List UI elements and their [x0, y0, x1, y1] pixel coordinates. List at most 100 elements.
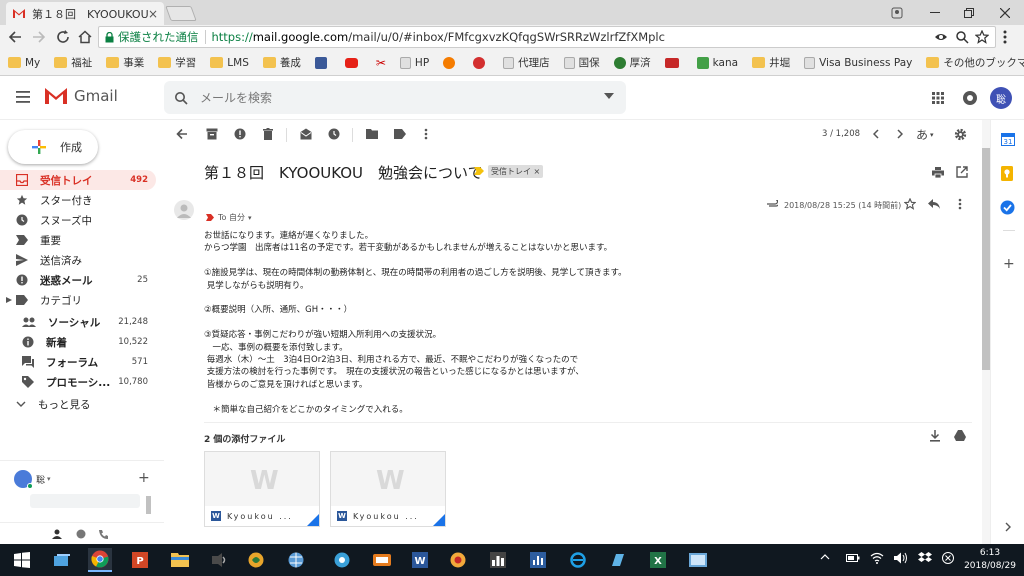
keep-icon[interactable] — [1001, 166, 1013, 181]
bookmark-gakushu[interactable]: 学習 — [158, 55, 196, 70]
battery-icon[interactable] — [846, 554, 860, 562]
app-icon[interactable] — [244, 548, 268, 572]
scrollbar-thumb[interactable] — [982, 148, 990, 370]
reply-icon[interactable] — [928, 199, 940, 209]
settings-gear-icon[interactable] — [952, 126, 968, 142]
mark-unread-icon[interactable] — [298, 126, 314, 142]
bookmark-fukushi[interactable]: 福祉 — [54, 55, 92, 70]
search-options-icon[interactable] — [604, 93, 614, 99]
archive-icon[interactable] — [204, 126, 220, 142]
bookmark-kosai[interactable]: 厚済 — [613, 55, 651, 70]
apps-grid-icon[interactable] — [932, 92, 944, 104]
newer-chevron-icon[interactable] — [868, 126, 884, 142]
nav-item-starred[interactable]: スター付き — [0, 190, 156, 210]
app-icon[interactable] — [284, 548, 308, 572]
main-menu-icon[interactable] — [16, 91, 30, 103]
app-icon[interactable] — [208, 548, 232, 572]
bookmark-scissors[interactable]: ✂ — [376, 56, 386, 70]
file-explorer-icon[interactable] — [168, 548, 192, 572]
save-to-drive-icon[interactable] — [954, 430, 966, 441]
collapse-panel-icon[interactable] — [1005, 522, 1011, 532]
nav-item-more[interactable]: もっと見る — [0, 394, 156, 414]
bookmark-other[interactable]: その他のブックマーク — [926, 55, 1024, 70]
recipient-line[interactable]: To 自分 ▾ — [206, 212, 251, 223]
label-as-icon[interactable] — [392, 126, 408, 142]
bookmark-red[interactable] — [473, 56, 489, 69]
back-arrow-icon[interactable] — [8, 30, 22, 44]
person-icon[interactable] — [52, 529, 62, 539]
main-scrollbar[interactable] — [982, 120, 990, 544]
bookmark-hp[interactable]: HP — [399, 56, 429, 69]
nav-item-social[interactable]: ソーシャル 21,248 — [0, 312, 156, 332]
bookmark-lms[interactable]: LMS — [210, 57, 249, 69]
nav-item-inbox[interactable]: 受信トレイ 492 — [0, 170, 156, 190]
app-icon[interactable] — [606, 548, 630, 572]
minimize-icon[interactable] — [916, 0, 954, 25]
browser-app-icon[interactable] — [330, 548, 354, 572]
bookmark-star-icon[interactable] — [975, 30, 989, 44]
zoom-icon[interactable] — [955, 30, 969, 44]
home-icon[interactable] — [78, 30, 92, 44]
bookmark-fox[interactable] — [443, 56, 459, 69]
print-icon[interactable] — [932, 167, 944, 178]
bookmark-logo[interactable] — [664, 57, 683, 68]
move-to-icon[interactable] — [364, 126, 380, 142]
profile-icon[interactable] — [878, 0, 916, 25]
message-more-icon[interactable] — [958, 198, 962, 210]
hangouts-user[interactable]: 聡 ▾ — [14, 470, 51, 489]
bookmark-ibori[interactable]: 井堀 — [752, 55, 790, 70]
wifi-icon[interactable] — [870, 552, 884, 564]
forward-arrow-icon[interactable] — [32, 30, 46, 44]
task-view-icon[interactable] — [50, 548, 74, 572]
bookmark-visa[interactable]: Visa Business Pay — [804, 56, 912, 69]
app-icon[interactable] — [370, 548, 394, 572]
tab-close-icon[interactable]: × — [148, 7, 158, 21]
bookmark-jigyo[interactable]: 事業 — [106, 55, 144, 70]
bookmark-youtube[interactable] — [344, 57, 362, 68]
delete-icon[interactable] — [260, 126, 276, 142]
snooze-icon[interactable] — [326, 126, 342, 142]
chart-app-icon[interactable] — [526, 548, 550, 572]
taskbar-clock[interactable]: 6:13 2018/08/29 — [960, 547, 1020, 573]
nav-item-promotions[interactable]: プロモーシ... 10,780 — [0, 372, 156, 392]
volume-icon[interactable] — [894, 552, 908, 564]
bookmark-kokuho[interactable]: 国保 — [563, 55, 600, 70]
bookmark-kana[interactable]: kana — [696, 56, 738, 69]
sender-avatar[interactable] — [174, 200, 194, 220]
app-icon[interactable] — [446, 548, 470, 572]
back-to-inbox-icon[interactable] — [174, 126, 190, 142]
star-icon[interactable] — [904, 198, 916, 210]
windows-start-icon[interactable] — [10, 548, 34, 572]
report-spam-icon[interactable] — [232, 126, 248, 142]
older-chevron-icon[interactable] — [892, 126, 908, 142]
notifications-icon[interactable] — [962, 90, 978, 106]
restore-icon[interactable] — [950, 0, 988, 25]
inbox-label-chip[interactable]: 受信トレイ × — [488, 165, 544, 178]
bookmark-facebook[interactable] — [314, 56, 331, 69]
add-addon-plus-icon[interactable]: + — [1003, 256, 1015, 272]
compose-button[interactable]: 作成 — [8, 130, 98, 164]
visibility-icon[interactable] — [934, 30, 948, 44]
gmail-logo[interactable]: Gmail — [44, 87, 118, 105]
internet-explorer-icon[interactable] — [566, 548, 590, 572]
tray-expand-icon[interactable] — [820, 554, 830, 560]
download-all-icon[interactable] — [930, 430, 940, 442]
attachment-card[interactable]: W W Kyoukou ... — [330, 451, 446, 527]
window-close-icon[interactable] — [986, 0, 1024, 25]
calendar-icon[interactable]: 31 — [1001, 132, 1015, 146]
chat-bubble-icon[interactable] — [76, 529, 86, 539]
app-icon[interactable] — [686, 548, 710, 572]
attachment-card[interactable]: W W Kyoukou ... — [204, 451, 320, 527]
nav-item-spam[interactable]: 迷惑メール 25 — [0, 270, 156, 290]
nav-item-updates[interactable]: 新着 10,522 — [0, 332, 156, 352]
importance-marker-icon[interactable] — [474, 167, 484, 175]
nav-item-snoozed[interactable]: スヌーズ中 — [0, 210, 156, 230]
bookmark-dairiten[interactable]: 代理店 — [503, 55, 550, 70]
app-icon[interactable] — [486, 548, 510, 572]
input-tools-button[interactable]: あ ▾ — [916, 126, 934, 143]
more-options-icon[interactable] — [418, 126, 434, 142]
hangouts-scrollbar[interactable] — [146, 496, 151, 514]
word-taskbar-icon[interactable]: W — [408, 548, 432, 572]
open-new-window-icon[interactable] — [956, 166, 968, 178]
search-input[interactable]: メールを検索 — [164, 81, 626, 114]
